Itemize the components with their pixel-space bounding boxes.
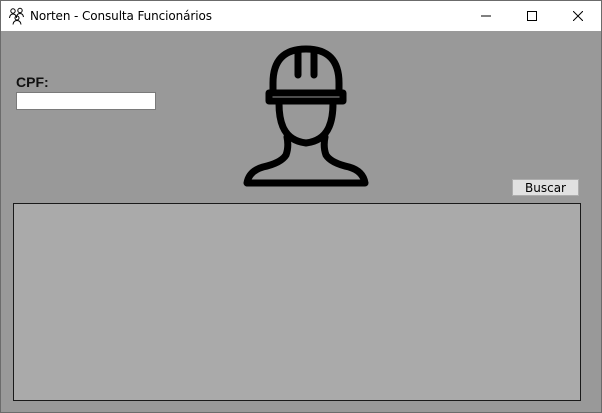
people-icon (9, 7, 24, 25)
close-button[interactable] (555, 1, 601, 31)
close-icon (573, 11, 583, 21)
construction-worker-icon (243, 45, 369, 187)
app-window: Norten - Consulta Funcionários CPF: Busc… (0, 0, 602, 413)
minimize-icon (481, 15, 491, 17)
form-body: CPF: Buscar (1, 31, 601, 412)
maximize-icon (527, 11, 537, 21)
results-panel[interactable] (13, 203, 581, 401)
cpf-input[interactable] (16, 92, 156, 110)
cpf-label: CPF: (16, 74, 49, 90)
maximize-button[interactable] (509, 1, 555, 31)
window-title: Norten - Consulta Funcionários (30, 9, 212, 23)
title-bar[interactable]: Norten - Consulta Funcionários (1, 1, 601, 31)
minimize-button[interactable] (463, 1, 509, 31)
search-button[interactable]: Buscar (512, 179, 579, 196)
